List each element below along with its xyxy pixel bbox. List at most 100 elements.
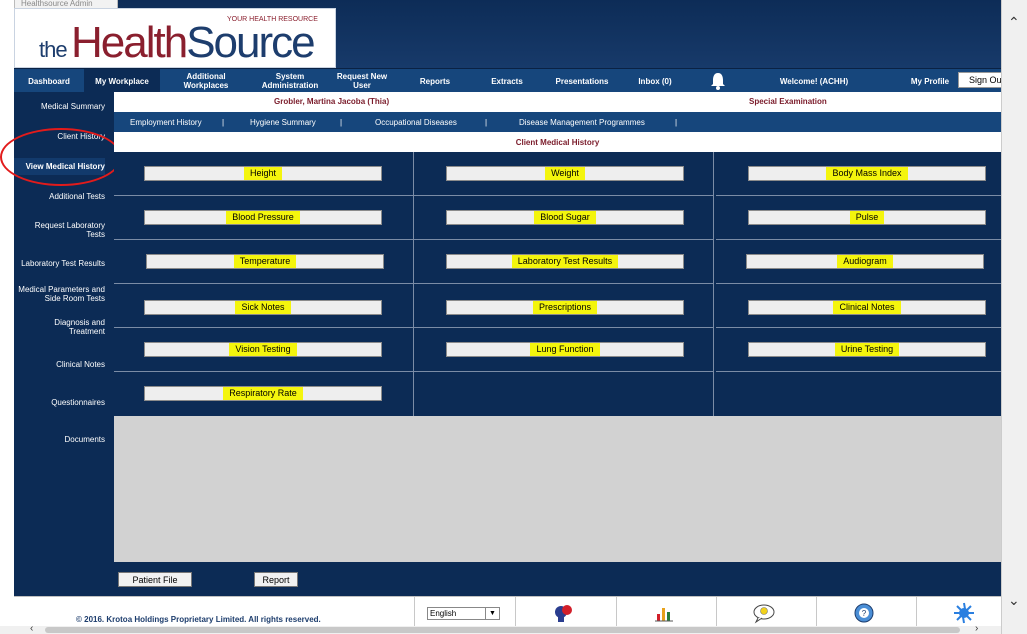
sick-notes-button[interactable]: Sick Notes bbox=[144, 300, 382, 315]
grid-cell: Blood Sugar bbox=[414, 196, 714, 240]
copyright-text: © 2016. Krotoa Holdings Proprietary Limi… bbox=[76, 615, 321, 624]
footer-divider bbox=[414, 597, 415, 627]
sidebar-item-medical-summary[interactable]: Medical Summary bbox=[41, 102, 105, 111]
action-bar: Patient File Report bbox=[114, 562, 1001, 596]
section-title: Client Medical History bbox=[114, 132, 1001, 152]
sidebar-item-documents[interactable]: Documents bbox=[65, 435, 105, 444]
blood-pressure-label: Blood Pressure bbox=[226, 211, 300, 224]
subnav-separator: | bbox=[340, 118, 343, 127]
language-select[interactable]: English ▼ bbox=[427, 607, 500, 620]
lung-function-button[interactable]: Lung Function bbox=[446, 342, 684, 357]
respiratory-rate-label: Respiratory Rate bbox=[223, 387, 303, 400]
lung-function-label: Lung Function bbox=[530, 343, 600, 356]
grid-cell: Urine Testing bbox=[716, 328, 1016, 372]
nav-additional-workplaces[interactable]: Additional Workplaces bbox=[166, 69, 246, 93]
weight-button[interactable]: Weight bbox=[446, 166, 684, 181]
help-icon[interactable]: ? bbox=[852, 601, 876, 625]
sidebar-item-request-laboratory-tests[interactable]: Request Laboratory Tests bbox=[21, 221, 105, 239]
nav-presentations[interactable]: Presentations bbox=[544, 69, 620, 93]
vision-testing-button[interactable]: Vision Testing bbox=[144, 342, 382, 357]
grid-cell: Audiogram bbox=[716, 240, 1016, 284]
sidebar-item-laboratory-test-results[interactable]: Laboratory Test Results bbox=[21, 259, 105, 268]
urine-testing-button[interactable]: Urine Testing bbox=[748, 342, 986, 357]
footer-divider bbox=[616, 597, 617, 627]
respiratory-rate-button[interactable]: Respiratory Rate bbox=[144, 386, 382, 401]
blood-sugar-label: Blood Sugar bbox=[534, 211, 596, 224]
audiogram-label: Audiogram bbox=[837, 255, 893, 268]
scroll-down-icon[interactable]: ⌄ bbox=[1008, 592, 1020, 609]
logo-brand: HealthSource bbox=[71, 18, 316, 67]
nav-extracts[interactable]: Extracts bbox=[476, 69, 538, 93]
subnav-disease-management[interactable]: Disease Management Programmes bbox=[519, 118, 645, 127]
logo-prefix: the bbox=[39, 37, 68, 62]
nav-inbox[interactable]: Inbox (0) bbox=[628, 69, 682, 93]
grid-cell: Respiratory Rate bbox=[114, 372, 414, 416]
subnav-occupational-diseases[interactable]: Occupational Diseases bbox=[375, 118, 457, 127]
nav-reports[interactable]: Reports bbox=[404, 69, 466, 93]
svg-text:?: ? bbox=[862, 609, 867, 618]
sidebar-item-clinical-notes[interactable]: Clinical Notes bbox=[56, 360, 105, 369]
sidebar-item-additional-tests[interactable]: Additional Tests bbox=[49, 192, 105, 201]
footer-divider bbox=[716, 597, 717, 627]
subnav-separator: | bbox=[675, 118, 678, 127]
subnav-separator: | bbox=[485, 118, 488, 127]
grid-cell: Blood Pressure bbox=[114, 196, 414, 240]
prescriptions-label: Prescriptions bbox=[532, 301, 598, 314]
horizontal-scroll-thumb[interactable] bbox=[45, 627, 960, 633]
urine-testing-label: Urine Testing bbox=[834, 343, 900, 356]
nav-dashboard[interactable]: Dashboard bbox=[14, 69, 84, 93]
height-button[interactable]: Height bbox=[144, 166, 382, 181]
horizontal-scrollbar[interactable]: ‹ › bbox=[0, 623, 1001, 634]
subnav-employment-history[interactable]: Employment History bbox=[130, 118, 202, 127]
annotation-circle bbox=[0, 128, 122, 186]
grid-cell: Prescriptions bbox=[414, 284, 714, 328]
nav-my-workplace[interactable]: My Workplace bbox=[84, 69, 160, 93]
splash-icon[interactable] bbox=[952, 601, 976, 625]
nav-my-profile[interactable]: My Profile bbox=[902, 69, 958, 93]
blood-pressure-button[interactable]: Blood Pressure bbox=[144, 210, 382, 225]
grid-cell: Laboratory Test Results bbox=[414, 240, 714, 284]
patient-file-button[interactable]: Patient File bbox=[118, 572, 192, 587]
sidebar-item-medical-parameters[interactable]: Medical Parameters and Side Room Tests bbox=[9, 285, 105, 303]
scroll-up-icon[interactable]: ⌃ bbox=[1008, 14, 1020, 31]
nav-request-new-user[interactable]: Request New User bbox=[330, 69, 394, 93]
grid-cell bbox=[716, 372, 1016, 416]
body-mass-index-button[interactable]: Body Mass Index bbox=[748, 166, 986, 181]
scroll-right-icon[interactable]: › bbox=[975, 623, 978, 634]
footer-divider bbox=[916, 597, 917, 627]
weight-label: Weight bbox=[545, 167, 585, 180]
report-button[interactable]: Report bbox=[254, 572, 298, 587]
grid-cell: Body Mass Index bbox=[716, 152, 1016, 196]
nav-system-administration[interactable]: System Administration bbox=[250, 69, 330, 93]
temperature-button[interactable]: Temperature bbox=[146, 254, 384, 269]
lightbulb-icon[interactable] bbox=[752, 601, 776, 625]
grid-cell: Lung Function bbox=[414, 328, 714, 372]
pulse-button[interactable]: Pulse bbox=[748, 210, 986, 225]
vertical-scrollbar[interactable]: ⌃ ⌄ bbox=[1001, 0, 1027, 634]
grid-cell bbox=[414, 372, 714, 416]
grid-cell: Clinical Notes bbox=[716, 284, 1016, 328]
clinical-notes-button[interactable]: Clinical Notes bbox=[748, 300, 986, 315]
chart-icon[interactable] bbox=[652, 601, 676, 625]
chevron-down-icon: ▼ bbox=[485, 608, 499, 619]
sidebar-item-diagnosis-treatment[interactable]: Diagnosis and Treatment bbox=[35, 318, 105, 336]
pulse-label: Pulse bbox=[849, 211, 885, 224]
boxing-glove-icon[interactable] bbox=[552, 601, 576, 625]
laboratory-test-results-button[interactable]: Laboratory Test Results bbox=[446, 254, 684, 269]
vision-testing-label: Vision Testing bbox=[229, 343, 297, 356]
main-nav: Dashboard My Workplace Additional Workpl… bbox=[14, 68, 1008, 93]
history-grid: Height Weight Body Mass Index Blood Pres… bbox=[114, 152, 1016, 416]
blood-sugar-button[interactable]: Blood Sugar bbox=[446, 210, 684, 225]
audiogram-button[interactable]: Audiogram bbox=[746, 254, 984, 269]
scroll-left-icon[interactable]: ‹ bbox=[30, 623, 33, 634]
footer: © 2016. Krotoa Holdings Proprietary Limi… bbox=[14, 596, 1001, 627]
sidebar-item-questionnaires[interactable]: Questionnaires bbox=[51, 398, 105, 407]
subnav-hygiene-summary[interactable]: Hygiene Summary bbox=[250, 118, 316, 127]
logo-brand-accent: Source bbox=[186, 18, 315, 67]
prescriptions-button[interactable]: Prescriptions bbox=[446, 300, 684, 315]
footer-divider bbox=[816, 597, 817, 627]
notification-count: 0 bbox=[715, 76, 721, 86]
logo[interactable]: YOUR HEALTH RESOURCE the HealthSource bbox=[14, 8, 336, 68]
body-mass-index-label: Body Mass Index bbox=[826, 167, 908, 180]
content-placeholder bbox=[114, 416, 1001, 562]
